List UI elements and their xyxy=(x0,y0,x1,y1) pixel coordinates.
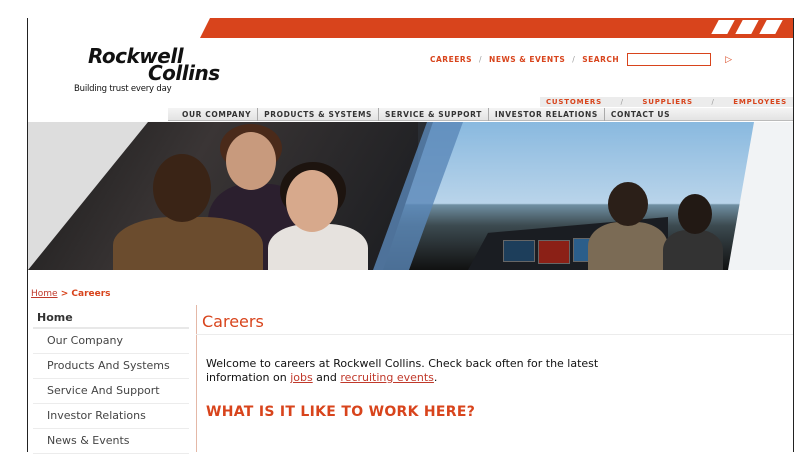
play-arrow-icon[interactable]: ▷ xyxy=(725,55,732,65)
header-stripes xyxy=(711,20,783,34)
nav-products-systems[interactable]: PRODUCTS & SYSTEMS xyxy=(258,107,380,121)
pilot-head xyxy=(608,182,648,226)
company-logo[interactable]: Rockwell Collins xyxy=(88,44,238,85)
jobs-link[interactable]: jobs xyxy=(290,371,313,384)
nav-separator: / xyxy=(620,98,624,106)
breadcrumb: Home > Careers xyxy=(31,289,111,299)
section-heading: WHAT IS IT LIKE TO WORK HERE? xyxy=(206,404,476,420)
nav-separator: / xyxy=(711,98,715,106)
employees-link[interactable]: EMPLOYEES xyxy=(733,98,787,106)
customers-link[interactable]: CUSTOMERS xyxy=(546,98,602,106)
page-title: Careers xyxy=(202,312,264,331)
nav-contact-us[interactable]: CONTACT US xyxy=(605,108,676,121)
breadcrumb-separator: > xyxy=(57,289,72,299)
sidebar-item-investor-relations[interactable]: Investor Relations xyxy=(33,404,189,429)
stripe-decoration xyxy=(735,20,759,34)
person-face xyxy=(226,132,276,190)
title-rule xyxy=(196,334,793,335)
careers-link[interactable]: CAREERS xyxy=(430,55,472,64)
recruiting-events-link[interactable]: recruiting events xyxy=(340,371,434,384)
sidebar-divider xyxy=(196,305,197,452)
tagline: Building trust every day xyxy=(74,84,172,94)
intro-paragraph: Welcome to careers at Rockwell Collins. … xyxy=(206,357,626,385)
person-body xyxy=(113,217,263,270)
sidebar-item-news-events[interactable]: News & Events xyxy=(33,429,189,454)
breadcrumb-home-link[interactable]: Home xyxy=(31,289,58,299)
top-nav: CAREERS / NEWS & EVENTS / SEARCH ▷ xyxy=(430,53,733,66)
nav-service-support[interactable]: SERVICE & SUPPORT xyxy=(379,107,489,121)
nav-our-company[interactable]: OUR COMPANY xyxy=(176,107,259,121)
nav-separator: / xyxy=(572,55,576,64)
sidebar-item-service-support[interactable]: Service And Support xyxy=(33,379,189,404)
stripe-decoration xyxy=(759,20,783,34)
nav-separator: / xyxy=(479,55,483,64)
hero-banner xyxy=(28,122,793,270)
main-nav: OUR COMPANY PRODUCTS & SYSTEMS SERVICE &… xyxy=(168,107,793,121)
pilot-body xyxy=(663,230,723,270)
cockpit-display xyxy=(503,240,535,262)
sidebar-nav: Home Our Company Products And Systems Se… xyxy=(33,308,189,454)
intro-text-end: . xyxy=(433,371,438,384)
stripe-decoration xyxy=(711,20,735,34)
pilot-body xyxy=(588,222,668,270)
person-face xyxy=(286,170,338,232)
frame-right-border xyxy=(793,18,794,452)
search-label: SEARCH xyxy=(582,55,620,64)
person-face xyxy=(153,154,211,222)
header-orange-band xyxy=(200,18,793,38)
news-events-link[interactable]: NEWS & EVENTS xyxy=(489,55,565,64)
intro-text-mid: and xyxy=(312,371,341,384)
suppliers-link[interactable]: SUPPLIERS xyxy=(642,98,692,106)
pilot-head xyxy=(678,194,712,234)
breadcrumb-current: Careers xyxy=(71,289,111,299)
sidebar-item-products-systems[interactable]: Products And Systems xyxy=(33,354,189,379)
logo-line2: Collins xyxy=(148,61,220,85)
nav-investor-relations[interactable]: INVESTOR RELATIONS xyxy=(489,107,605,121)
sidebar-item-our-company[interactable]: Our Company xyxy=(33,329,189,354)
audience-nav: CUSTOMERS / SUPPLIERS / EMPLOYEES xyxy=(540,97,793,107)
search-input[interactable] xyxy=(627,53,712,66)
cockpit-display xyxy=(538,240,570,264)
sidebar-item-home[interactable]: Home xyxy=(33,308,189,329)
